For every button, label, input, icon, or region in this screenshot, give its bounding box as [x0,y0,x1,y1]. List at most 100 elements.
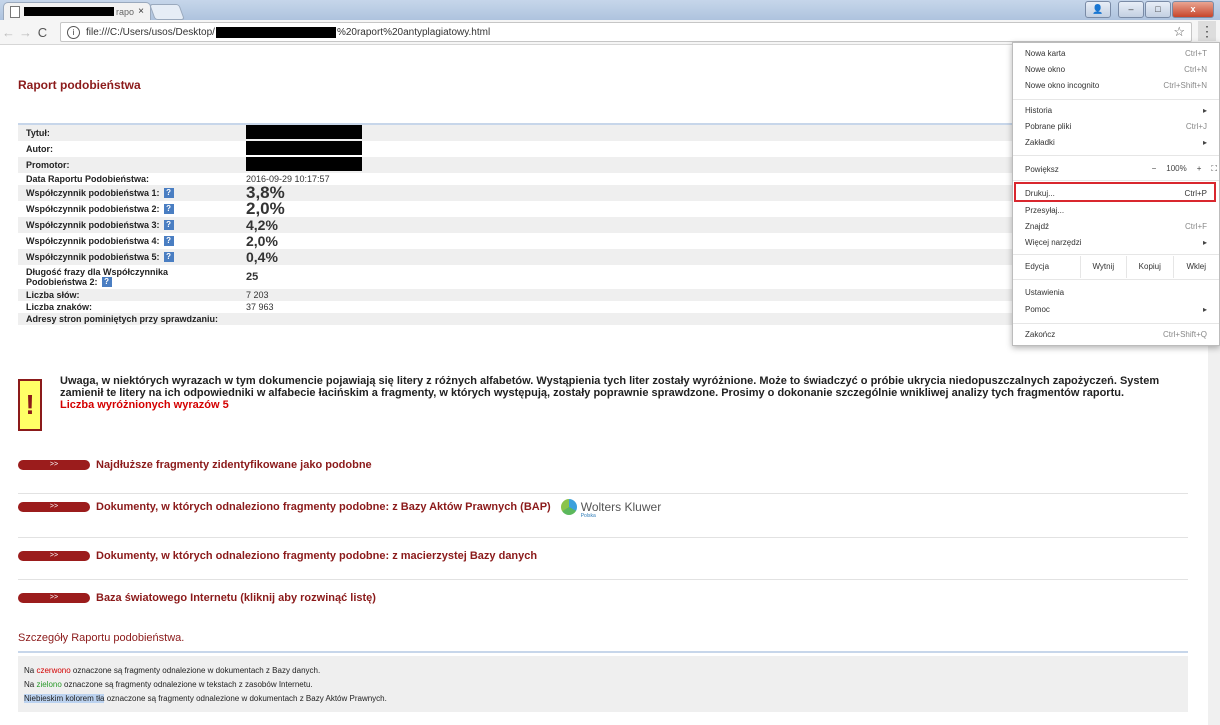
zoom-in-button[interactable]: + [1197,164,1202,174]
page-title: Raport podobieństwa [18,78,141,92]
meta-label: Autor: [26,144,53,154]
partner-name: Wolters Kluwer [580,500,662,514]
section-title[interactable]: Dokumenty, w których odnaleziono fragmen… [96,501,551,513]
divider [18,579,1188,580]
fullscreen-icon[interactable]: ⛶ [1211,164,1217,174]
page-icon [10,5,20,18]
menu-item-find[interactable]: Znajdź Ctrl+F [1025,222,1207,231]
warning-icon: ! [18,379,42,431]
menu-item-settings[interactable]: Ustawienia [1025,288,1207,297]
legend-line-blue: Niebieskim kolorem tła oznaczone są frag… [24,694,387,703]
zoom-label: Powiększ [1025,164,1059,174]
maximize-button[interactable]: □ [1145,1,1171,18]
redacted-block [246,125,362,139]
url-prefix: file:///C:/Users/usos/Desktop/ [86,26,215,38]
new-tab-button[interactable] [149,4,185,20]
help-icon[interactable]: ? [163,252,174,263]
meta-label: Liczba znaków: [26,302,93,312]
browser-tab[interactable]: rapo × [3,2,151,20]
minimize-button[interactable]: – [1118,1,1144,18]
info-icon[interactable]: i [67,25,80,39]
copy-button[interactable]: Kopiuj [1126,256,1172,278]
menu-item-new-tab[interactable]: Nowa karta Ctrl+T [1025,49,1207,58]
similarity-5-value: 0,4% [246,249,278,265]
section-bap[interactable]: >> Dokumenty, w których odnaleziono frag… [18,499,1188,519]
section-title[interactable]: Dokumenty, w których odnaleziono fragmen… [96,550,537,562]
meta-label: Współczynnik podobieństwa 3:? [18,220,246,231]
menu-item-downloads[interactable]: Pobrane pliki Ctrl+J [1025,122,1207,131]
cut-button[interactable]: Wytnij [1079,256,1126,278]
redacted-block [215,26,336,38]
menu-item-incognito[interactable]: Nowe okno incognito Ctrl+Shift+N [1025,81,1207,90]
redacted-block [246,141,362,155]
warning-message: Uwaga, w niektórych wyrazach w tym dokum… [60,375,1160,399]
divider [18,493,1188,494]
help-icon[interactable]: ? [163,236,174,247]
address-bar[interactable]: i file:///C:/Users/usos/Desktop/ %20rapo… [60,22,1192,42]
window-titlebar: rapo × 👤 – □ x [0,0,1220,20]
menu-separator [1013,99,1219,100]
meta-label: Adresy stron pominiętych przy sprawdzani… [26,314,219,324]
back-icon[interactable]: ← [0,25,17,40]
redacted-block [24,7,114,16]
similarity-4-value: 2,0% [246,233,278,249]
reload-icon[interactable]: C [34,25,51,40]
meta-label: Współczynnik podobieństwa 2:? [18,204,246,215]
meta-label: Długość frazy dla Współczynnika Podobień… [26,266,169,288]
expand-button[interactable]: >> [18,593,90,603]
edit-label: Edycja [1025,262,1050,271]
section-title[interactable]: Baza światowego Internetu (kliknij aby r… [96,592,376,604]
forward-icon[interactable]: → [17,25,34,40]
menu-zoom-row: Powiększ − 100% + ⛶ [1025,164,1217,174]
details-title: Szczegóły Raportu podobieństwa. [18,632,185,644]
meta-label: Promotor: [26,160,70,170]
redacted-block [246,157,362,171]
zoom-value: 100% [1166,164,1187,173]
menu-item-exit[interactable]: Zakończ Ctrl+Shift+Q [1025,330,1207,339]
close-window-button[interactable]: x [1172,1,1214,18]
phrase-length-value: 25 [246,271,259,283]
menu-separator [1013,323,1219,324]
similarity-3-value: 4,2% [246,217,278,233]
menu-edit-row: Edycja Wytnij Kopiuj Wklej [1013,256,1219,278]
meta-value: 37 963 [246,302,274,312]
meta-value: 7 203 [246,290,269,300]
menu-item-bookmarks[interactable]: Zakładki ▸ [1025,138,1207,147]
divider [18,537,1188,538]
zoom-out-button[interactable]: − [1152,164,1157,174]
close-tab-icon[interactable]: × [138,6,144,17]
section-title[interactable]: Najdłuższe fragmenty zidentyfikowane jak… [96,459,372,471]
menu-item-new-window[interactable]: Nowe okno Ctrl+N [1025,65,1207,74]
menu-item-cast[interactable]: Przesyłaj... [1025,206,1207,215]
expand-button[interactable]: >> [18,460,90,470]
menu-separator [1013,155,1219,156]
section-longest-fragments[interactable]: >> Najdłuższe fragmenty zidentyfikowane … [18,457,1188,473]
warning-text: Uwaga, w niektórych wyrazach w tym dokum… [60,375,1188,411]
help-icon[interactable]: ? [163,220,174,231]
section-internet[interactable]: >> Baza światowego Internetu (kliknij ab… [18,590,1188,606]
meta-label: Data Raportu Podobieństwa: [26,174,150,184]
divider [18,651,1188,653]
expand-button[interactable]: >> [18,502,90,512]
wolters-kluwer-logo: Wolters Kluwer Polska [560,499,662,519]
meta-label: Współczynnik podobieństwa 4:? [18,236,246,247]
partner-sub: Polska [580,513,596,519]
expand-button[interactable]: >> [18,551,90,561]
menu-separator [1013,254,1219,255]
meta-label: Współczynnik podobieństwa 5:? [18,252,246,263]
help-icon[interactable]: ? [101,277,112,288]
bookmark-star-icon[interactable]: ☆ [1173,24,1185,40]
menu-item-help[interactable]: Pomoc ▸ [1025,305,1207,314]
paste-button[interactable]: Wklej [1172,256,1219,278]
menu-icon[interactable]: ⋮ [1198,21,1216,41]
user-icon[interactable]: 👤 [1085,1,1111,18]
help-icon[interactable]: ? [163,188,174,199]
menu-item-more-tools[interactable]: Więcej narzędzi ▸ [1025,238,1207,247]
meta-label: Współczynnik podobieństwa 1:? [18,188,246,199]
section-home-database[interactable]: >> Dokumenty, w których odnaleziono frag… [18,548,1188,564]
menu-separator [1013,279,1219,280]
help-icon[interactable]: ? [163,204,174,215]
print-highlight-box [1014,182,1216,202]
menu-item-history[interactable]: Historia ▸ [1025,106,1207,115]
meta-label: Tytuł: [26,128,50,138]
